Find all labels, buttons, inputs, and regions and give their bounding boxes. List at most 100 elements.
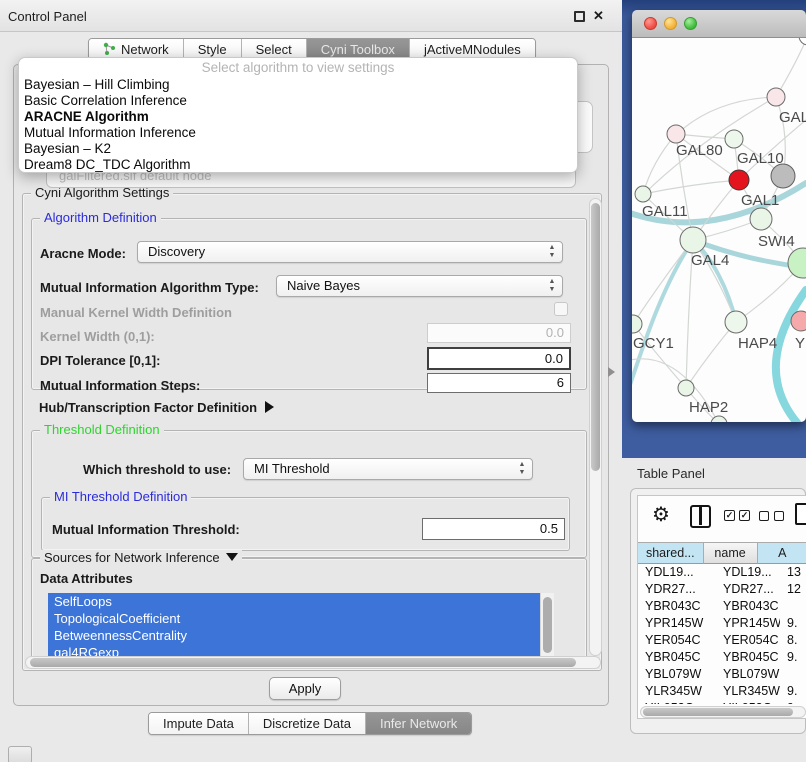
network-node[interactable]	[725, 311, 747, 333]
mi-threshold-field[interactable]: 0.5	[422, 518, 565, 540]
list-item[interactable]: BetweennessCentrality	[48, 627, 540, 644]
network-node[interactable]	[767, 88, 785, 106]
settings-vertical-scrollbar-thumb[interactable]	[591, 203, 600, 471]
zoom-traffic-light-icon[interactable]	[684, 17, 697, 30]
table-row[interactable]: YBR043CYBR043C	[638, 598, 806, 615]
settings-horizontal-scrollbar[interactable]	[25, 656, 601, 669]
minimize-traffic-light-icon[interactable]	[664, 17, 677, 30]
algorithm-option[interactable]: Bayesian – K2	[19, 141, 577, 157]
table-row[interactable]: YIL052CYIL052C9	[638, 700, 806, 704]
algorithm-option[interactable]: Dream8 DC_TDC Algorithm	[19, 157, 577, 173]
table-cell: YIL052C	[638, 700, 716, 704]
float-panel-icon[interactable]	[574, 11, 585, 22]
list-item[interactable]: SelfLoops	[48, 593, 540, 610]
which-threshold-combobox[interactable]: MI Threshold ▲▼	[243, 458, 533, 480]
network-canvas[interactable]: GALGAL80GAL10GAL1GAL11SWI4GAL4GCY1HAP4YH…	[632, 38, 806, 422]
select-all-checkbox-icon[interactable]: ✓	[739, 510, 750, 521]
select-all-checkbox-icon[interactable]: ✓	[724, 510, 735, 521]
tab-discretize-data[interactable]: Discretize Data	[249, 713, 366, 734]
network-node[interactable]	[791, 311, 806, 331]
control-panel-title: Control Panel	[8, 9, 87, 24]
mi-algorithm-type-value: Naive Bayes	[287, 278, 360, 293]
table-row[interactable]: YER054CYER054C8.	[638, 632, 806, 649]
network-edge[interactable]	[686, 322, 736, 388]
network-node[interactable]	[635, 186, 651, 202]
table-cell: YLR345W	[638, 683, 716, 700]
apply-button[interactable]: Apply	[269, 677, 341, 700]
hub-transcription-factor-toggle[interactable]: Hub/Transcription Factor Definition	[39, 400, 274, 415]
network-node[interactable]	[799, 38, 806, 45]
manual-kernel-width-checkbox[interactable]	[554, 302, 568, 316]
network-node[interactable]	[750, 208, 772, 230]
list-scrollbar-thumb[interactable]	[543, 597, 552, 653]
table-cell: YPR145W	[716, 615, 780, 632]
document-icon[interactable]	[795, 503, 806, 525]
tab-infer-network[interactable]: Infer Network	[366, 713, 471, 734]
algorithm-option[interactable]: Bayesian – Hill Climbing	[19, 77, 577, 93]
network-node-label: SWI4	[758, 233, 795, 250]
column-header-partial[interactable]: A	[758, 542, 806, 564]
mi-steps-field[interactable]: 6	[427, 373, 571, 393]
table-cell	[780, 666, 806, 683]
tab-network-label: Network	[121, 42, 169, 57]
sources-group: Sources for Network Inference Data Attri…	[31, 558, 587, 668]
column-layout-icon[interactable]	[690, 505, 711, 528]
algorithm-option[interactable]: Basic Correlation Inference	[19, 93, 577, 109]
network-node[interactable]	[725, 130, 743, 148]
network-node[interactable]	[680, 227, 706, 253]
deselect-all-checkbox-icon[interactable]	[759, 511, 769, 521]
network-node-label: GAL80	[676, 142, 723, 159]
mi-algorithm-type-combobox[interactable]: Naive Bayes ▲▼	[276, 275, 563, 297]
table-row[interactable]: YLR345WYLR345W9.	[638, 683, 806, 700]
column-header-name[interactable]: name	[704, 542, 758, 564]
table-row[interactable]: YDR27...YDR27...12	[638, 581, 806, 598]
table-row[interactable]: YBR045CYBR045C9.	[638, 649, 806, 666]
algorithm-option[interactable]: Mutual Information Inference	[19, 125, 577, 141]
algorithm-option-selected[interactable]: ARACNE Algorithm	[19, 109, 577, 125]
network-edge[interactable]	[776, 40, 806, 97]
network-node[interactable]	[771, 164, 795, 188]
network-window-titlebar[interactable]	[632, 10, 806, 38]
dpi-tolerance-field[interactable]: 0.0	[427, 347, 571, 370]
table-horizontal-scrollbar[interactable]	[640, 706, 806, 718]
gear-icon[interactable]: ⚙	[652, 502, 670, 527]
tab-impute-data[interactable]: Impute Data	[149, 713, 249, 734]
network-edge[interactable]	[776, 290, 806, 422]
network-node[interactable]	[632, 315, 642, 333]
data-attributes-list[interactable]: SelfLoops TopologicalCoefficient Between…	[48, 593, 554, 665]
hub-transcription-factor-label: Hub/Transcription Factor Definition	[39, 400, 257, 415]
table-cell: YDR27...	[716, 581, 780, 598]
settings-vertical-scrollbar[interactable]	[589, 198, 602, 656]
network-node[interactable]	[729, 170, 749, 190]
close-icon[interactable]: ✕	[593, 8, 604, 24]
aracne-mode-combobox[interactable]: Discovery ▲▼	[137, 241, 563, 263]
network-node[interactable]	[788, 248, 806, 278]
table-cell: YBR043C	[638, 598, 716, 615]
network-node[interactable]	[711, 416, 727, 422]
list-scrollbar[interactable]	[540, 593, 554, 665]
close-traffic-light-icon[interactable]	[644, 17, 657, 30]
tab-style-label: Style	[198, 42, 227, 57]
list-item[interactable]: TopologicalCoefficient	[48, 610, 540, 627]
table-row[interactable]: YPR145WYPR145W9.	[638, 615, 806, 632]
network-node-label: GAL10	[737, 150, 784, 167]
sources-title[interactable]: Sources for Network Inference	[40, 550, 242, 565]
tab-discretize-data-label: Discretize Data	[263, 716, 351, 731]
network-node[interactable]	[667, 125, 685, 143]
table-panel: ⚙ ✓ ✓ shared... name A YDL19...YDL19...1…	[630, 488, 806, 734]
splitpane-collapse-arrow[interactable]	[608, 367, 615, 377]
settings-horizontal-scrollbar-thumb[interactable]	[30, 658, 576, 667]
minimized-panel-icon[interactable]	[8, 746, 32, 762]
table-row[interactable]: YDL19...YDL19...13	[638, 564, 806, 581]
column-header-shared-name[interactable]: shared...	[638, 542, 704, 564]
network-edge[interactable]	[643, 134, 676, 194]
kernel-width-field[interactable]: 0.0	[427, 323, 571, 343]
network-view-window[interactable]: GALGAL80GAL10GAL1GAL11SWI4GAL4GCY1HAP4YH…	[632, 10, 806, 422]
network-edge[interactable]	[633, 240, 693, 324]
network-node[interactable]	[678, 380, 694, 396]
table-cell: YBR045C	[716, 649, 780, 666]
table-horizontal-scrollbar-thumb[interactable]	[643, 708, 793, 716]
deselect-all-checkbox-icon[interactable]	[774, 511, 784, 521]
table-row[interactable]: YBL079WYBL079W	[638, 666, 806, 683]
table-cell: YER054C	[638, 632, 716, 649]
